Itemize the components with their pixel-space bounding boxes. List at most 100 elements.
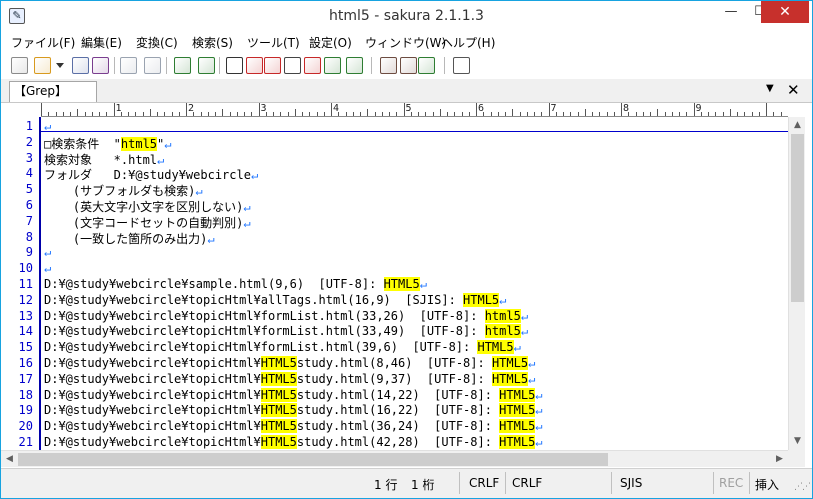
editor-area[interactable]: 1 2 3 4 5 6 7 8 9 10 11 12 13 14 15 16 17 18 19 20 21 ↵ □検索条件…	[1, 117, 788, 450]
line-number[interactable]: 12	[19, 293, 33, 307]
editor-line[interactable]: ↵	[44, 119, 51, 133]
horizontal-scroll-thumb[interactable]	[18, 453, 608, 466]
line-number[interactable]: 8	[26, 230, 33, 244]
find-all-icon[interactable]	[284, 57, 301, 74]
line-number[interactable]: 10	[19, 261, 33, 275]
scroll-down-icon[interactable]: ▼	[789, 433, 806, 450]
editor-line[interactable]: D:¥@study¥webcircle¥topicHtml¥HTML5study…	[44, 356, 535, 370]
scroll-right-icon[interactable]: ▶	[771, 451, 788, 468]
undo-icon[interactable]	[120, 57, 137, 74]
line-number[interactable]: 9	[26, 245, 33, 259]
line-number[interactable]: 6	[26, 198, 33, 212]
ruler-tick	[62, 112, 64, 116]
app-window: ✎ html5 - sakura 2.1.1.3 — ☐ ✕ ファイル(F) 編…	[0, 0, 813, 499]
editor-line[interactable]: D:¥@study¥webcircle¥topicHtml¥HTML5study…	[44, 419, 543, 434]
vertical-scroll-thumb[interactable]	[791, 134, 804, 302]
line-number[interactable]: 17	[19, 372, 33, 386]
ruler[interactable]: 1 2 3 4 5 6 7 8 9	[41, 103, 788, 117]
menu-settings[interactable]: 設定(O)	[309, 34, 352, 51]
jump-back-icon[interactable]	[174, 57, 191, 74]
line-number[interactable]: 14	[19, 324, 33, 338]
outline-icon[interactable]	[400, 57, 417, 74]
open-folder-icon[interactable]	[34, 57, 51, 74]
editor-line[interactable]: D:¥@study¥webcircle¥sample.html(9,6) [UT…	[44, 277, 427, 291]
line-number[interactable]: 15	[19, 340, 33, 354]
line-number[interactable]: 21	[19, 435, 33, 449]
search-match: html5	[484, 308, 521, 323]
line-number[interactable]: 4	[26, 166, 33, 180]
status-eol-input[interactable]: CRLF	[469, 476, 499, 490]
editor-line[interactable]: D:¥@study¥webcircle¥topicHtml¥allTags.ht…	[44, 292, 506, 307]
editor-line[interactable]: (サブフォルダも検索)↵	[44, 182, 203, 199]
editor-line[interactable]: ↵	[44, 261, 51, 275]
eol-mark-icon: ↵	[243, 215, 251, 230]
line-number[interactable]: 5	[26, 182, 33, 196]
line-text: D:¥@study¥webcircle¥topicHtml¥allTags.ht…	[44, 292, 464, 307]
editor-line[interactable]: D:¥@study¥webcircle¥topicHtml¥HTML5study…	[44, 371, 535, 386]
editor-line[interactable]: D:¥@study¥webcircle¥topicHtml¥HTML5study…	[44, 435, 543, 449]
compare-icon[interactable]	[380, 57, 397, 74]
find-prev-icon[interactable]	[264, 57, 281, 74]
editor-line[interactable]: 検索対象 *.html↵	[44, 151, 164, 168]
menu-tools[interactable]: ツール(T)	[247, 34, 300, 51]
menu-window[interactable]: ウィンドウ(W)	[365, 34, 446, 51]
dropdown-arrow-icon[interactable]	[56, 63, 64, 68]
close-button[interactable]: ✕	[761, 1, 809, 23]
line-number[interactable]: 19	[19, 403, 33, 417]
replace-icon[interactable]	[346, 57, 363, 74]
resize-grip-icon[interactable]: ⋰⋰	[794, 482, 811, 492]
horizontal-scrollbar[interactable]: ◀ ▶	[1, 450, 788, 467]
ruler-tick	[113, 103, 115, 116]
tab-close-icon[interactable]: ✕	[787, 81, 800, 99]
editor-line[interactable]: (一致した箇所のみ出力)↵	[44, 230, 215, 247]
line-number[interactable]: 16	[19, 356, 33, 370]
scroll-left-icon[interactable]: ◀	[1, 451, 18, 468]
save-all-icon[interactable]	[92, 57, 109, 74]
editor-line[interactable]: D:¥@study¥webcircle¥topicHtml¥HTML5study…	[44, 387, 543, 402]
jump-forward-icon[interactable]	[198, 57, 215, 74]
save-icon[interactable]	[72, 57, 89, 74]
editor-line[interactable]: (文字コードセットの自動判別)↵	[44, 214, 251, 231]
find-icon[interactable]	[226, 57, 243, 74]
editor-line[interactable]: ↵	[44, 245, 51, 259]
line-number[interactable]: 18	[19, 388, 33, 402]
scroll-up-icon[interactable]: ▲	[789, 117, 806, 134]
tab-list-dropdown-icon[interactable]: ▼	[766, 83, 774, 94]
menu-search[interactable]: 検索(S)	[192, 34, 233, 51]
line-number[interactable]: 2	[26, 135, 33, 149]
line-text: study.html(14,22) [UTF-8]:	[296, 387, 500, 402]
menu-edit[interactable]: 編集(E)	[81, 34, 122, 51]
line-number[interactable]: 13	[19, 309, 33, 323]
grep-icon[interactable]	[324, 57, 341, 74]
menu-file[interactable]: ファイル(F)	[11, 34, 75, 51]
redo-icon[interactable]	[144, 57, 161, 74]
line-number[interactable]: 1	[26, 119, 33, 133]
editor-line[interactable]: □検索条件 "html5"↵	[44, 135, 172, 152]
line-number[interactable]: 3	[26, 151, 33, 165]
vertical-scrollbar[interactable]: ▲ ▼	[788, 117, 805, 450]
ruler-number: 6	[478, 103, 485, 114]
editor-line[interactable]: D:¥@study¥webcircle¥topicHtml¥formList.h…	[44, 308, 528, 323]
editor-line[interactable]: D:¥@study¥webcircle¥topicHtml¥formList.h…	[44, 340, 521, 355]
settings-icon[interactable]	[453, 57, 470, 74]
find-next-icon[interactable]	[246, 57, 263, 74]
diff-icon[interactable]	[418, 57, 435, 74]
editor-line[interactable]: フォルダ D:¥@study¥webcircle↵	[44, 166, 258, 183]
tab-grep-html5[interactable]: 【Grep】html5	[9, 81, 97, 117]
editor-line[interactable]: (英大文字小文字を区別しない)↵	[44, 198, 251, 215]
new-file-icon[interactable]	[11, 57, 28, 74]
ruler-tick	[461, 112, 463, 116]
editor-line[interactable]: D:¥@study¥webcircle¥topicHtml¥HTML5study…	[44, 403, 543, 418]
line-number-gutter[interactable]: 1 2 3 4 5 6 7 8 9 10 11 12 13 14 15 16 17 18 19 20 21	[1, 117, 41, 450]
line-number[interactable]: 20	[19, 419, 33, 433]
ruler-tick	[374, 112, 376, 116]
status-encoding[interactable]: SJIS	[620, 476, 642, 490]
line-number[interactable]: 7	[26, 214, 33, 228]
status-insert-mode[interactable]: 挿入	[755, 476, 779, 493]
menu-help[interactable]: ヘルプ(H)	[441, 34, 495, 51]
find-mark-icon[interactable]	[304, 57, 321, 74]
status-eol[interactable]: CRLF	[512, 476, 542, 490]
editor-line[interactable]: D:¥@study¥webcircle¥topicHtml¥formList.h…	[44, 324, 528, 339]
menu-convert[interactable]: 変換(C)	[136, 34, 178, 51]
line-number[interactable]: 11	[19, 277, 33, 291]
